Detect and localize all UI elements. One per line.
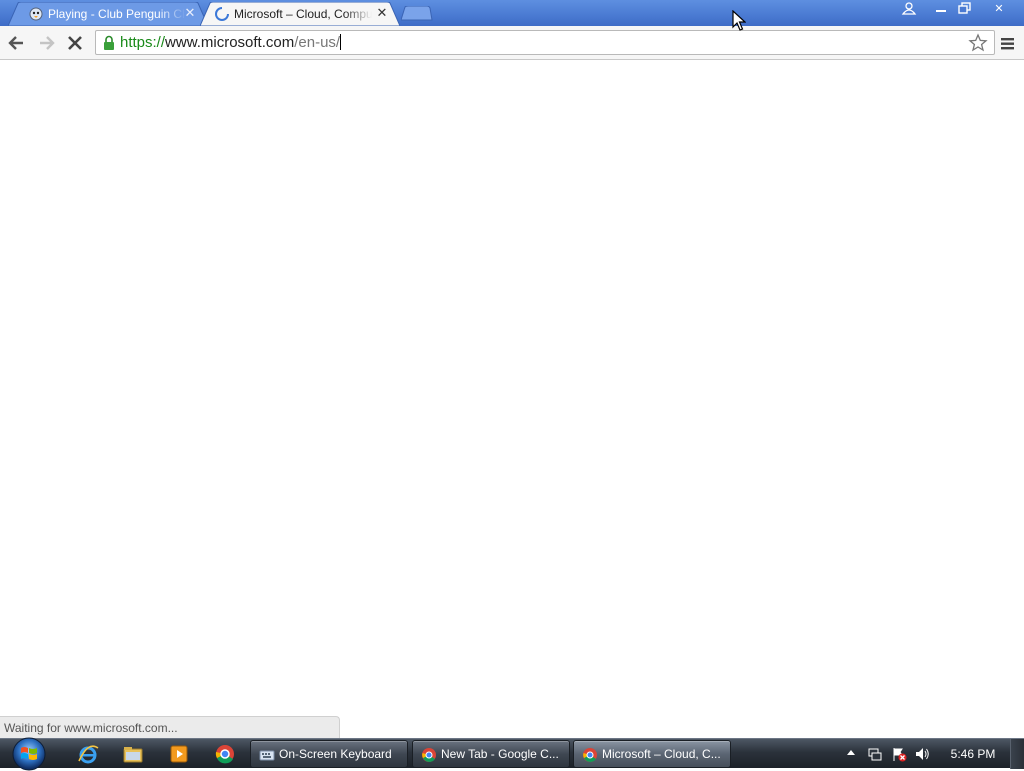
mouse-pointer-icon — [732, 10, 746, 31]
close-icon: ✕ — [994, 2, 1004, 15]
restore-icon — [958, 2, 971, 14]
tab-title: Microsoft – Cloud, Compu — [234, 7, 372, 21]
tab-close-button[interactable]: ✕ — [376, 6, 388, 22]
show-desktop-button[interactable] — [1010, 739, 1024, 769]
close-window-button[interactable]: ✕ — [979, 0, 1019, 17]
tab-club-penguin[interactable]: Playing - Club Penguin Cl ✕ — [8, 2, 208, 26]
user-icon — [901, 2, 917, 15]
keyboard-icon — [259, 750, 275, 761]
windows-taskbar: On-Screen Keyboard New Tab - Google C...… — [0, 735, 1024, 771]
url-path: /en-us/ — [294, 34, 341, 51]
chrome-icon — [422, 748, 436, 762]
page-content-area — [0, 61, 1024, 738]
network-icon[interactable] — [867, 746, 883, 762]
status-bubble: Waiting for www.microsoft.com... — [0, 716, 340, 738]
show-hidden-icons-arrow-icon[interactable] — [846, 748, 856, 758]
new-tab-button[interactable] — [401, 6, 433, 21]
lock-icon — [104, 35, 114, 50]
loading-spinner-icon — [215, 7, 229, 21]
internet-explorer-icon[interactable] — [76, 743, 100, 765]
start-button[interactable] — [8, 735, 50, 771]
chrome-icon — [583, 748, 597, 762]
taskbar-item-label: Microsoft – Cloud, C... — [602, 747, 721, 761]
address-bar[interactable]: https://www.microsoft.com/en-us/ — [95, 30, 995, 55]
stop-loading-icon[interactable] — [64, 32, 86, 54]
media-player-icon[interactable] — [167, 743, 191, 765]
taskbar-item-label: New Tab - Google C... — [441, 747, 559, 761]
menu-hamburger-icon[interactable] — [998, 32, 1018, 54]
tab-title: Playing - Club Penguin Cl — [48, 7, 185, 21]
restore-button[interactable] — [951, 0, 979, 17]
url-text[interactable]: https://www.microsoft.com/en-us/ — [120, 34, 342, 52]
taskbar-item-microsoft-chrome[interactable]: Microsoft – Cloud, C... — [573, 740, 731, 768]
tab-close-button[interactable]: ✕ — [184, 6, 196, 22]
profile-button[interactable] — [896, 0, 922, 17]
tab-microsoft[interactable]: Microsoft – Cloud, Compu ✕ — [200, 2, 400, 26]
taskbar-item-new-tab-chrome[interactable]: New Tab - Google C... — [412, 740, 570, 768]
volume-icon[interactable] — [914, 746, 930, 762]
taskbar-item-on-screen-keyboard[interactable]: On-Screen Keyboard — [250, 740, 408, 768]
system-clock[interactable]: 5:46 PM — [948, 739, 998, 769]
forward-arrow-icon[interactable] — [35, 32, 57, 54]
text-caret — [340, 34, 342, 50]
bookmark-star-icon[interactable] — [968, 33, 988, 53]
back-arrow-icon[interactable] — [6, 32, 28, 54]
action-center-flag-icon[interactable] — [891, 746, 907, 762]
browser-titlebar: Playing - Club Penguin Cl ✕ Microsoft – … — [0, 0, 1024, 26]
url-host: www.microsoft.com — [165, 34, 295, 51]
taskbar-item-label: On-Screen Keyboard — [279, 747, 392, 761]
url-scheme: https:// — [120, 34, 166, 51]
club-penguin-icon — [29, 7, 43, 21]
browser-toolbar: https://www.microsoft.com/en-us/ — [0, 26, 1024, 60]
chrome-icon[interactable] — [213, 743, 237, 765]
windows-explorer-icon[interactable] — [121, 743, 145, 765]
